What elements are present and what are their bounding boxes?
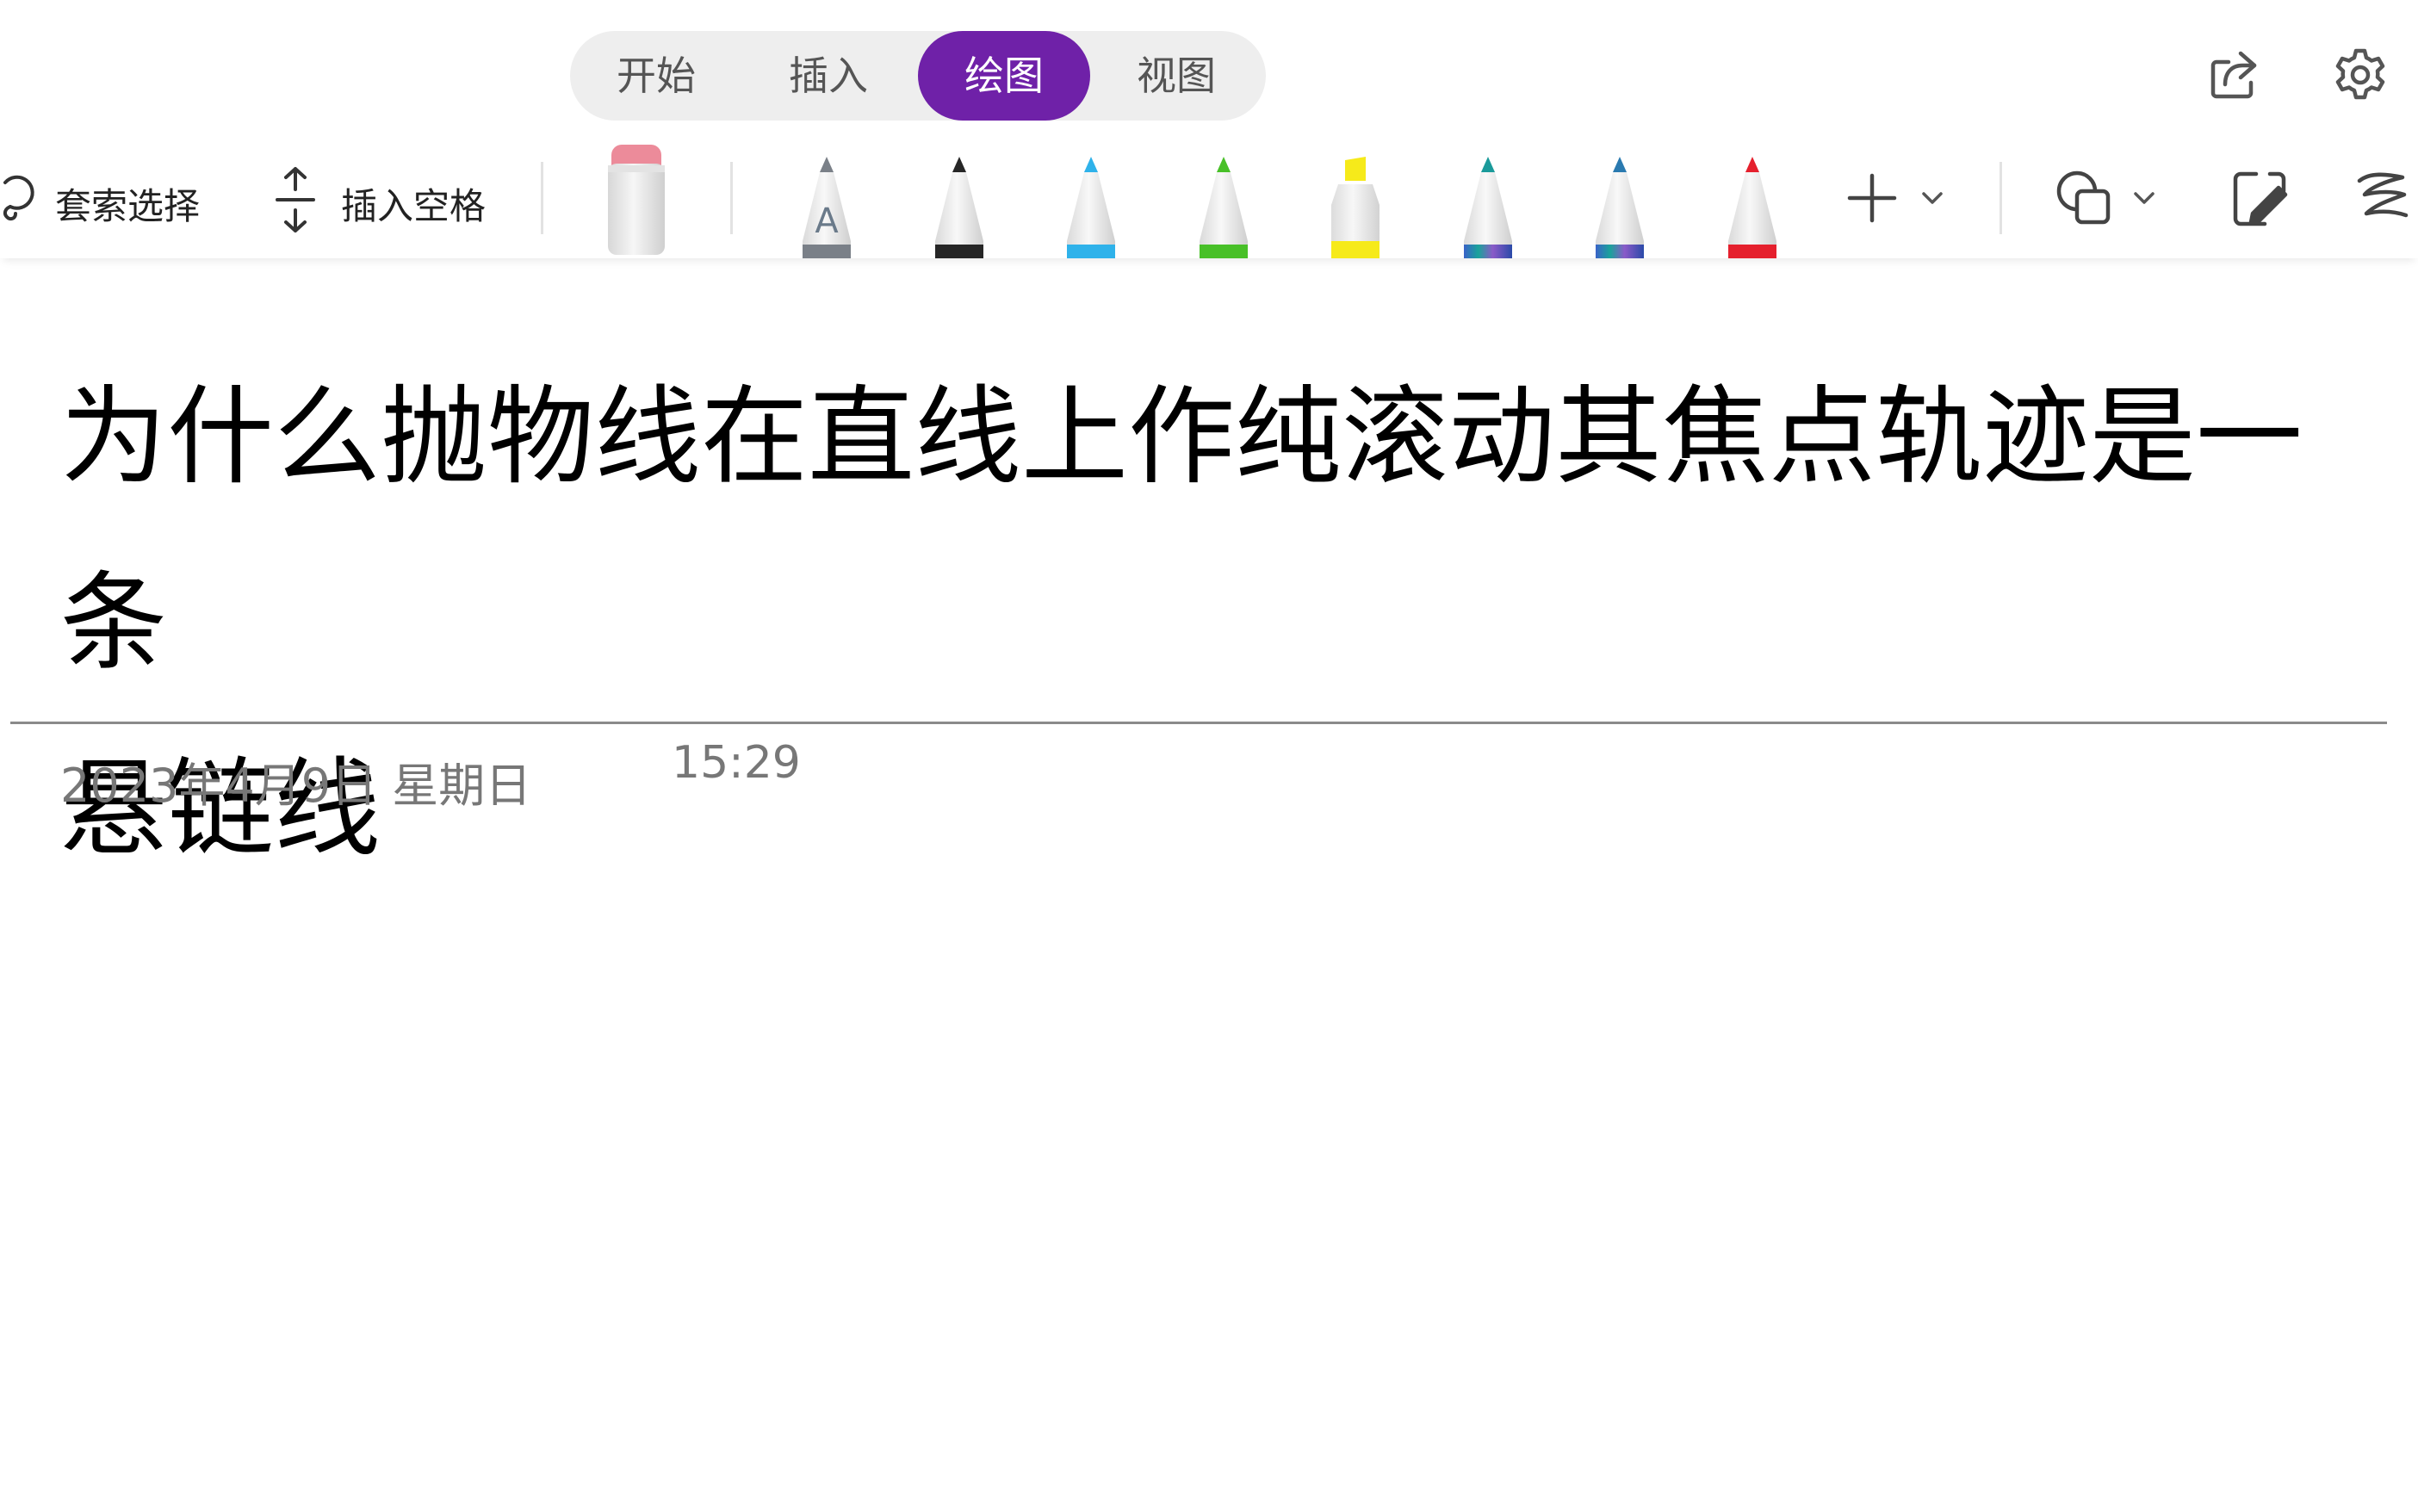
lasso-icon xyxy=(3,175,34,221)
black-pen[interactable] xyxy=(928,155,990,262)
galaxy-pen-teal[interactable] xyxy=(1457,155,1519,262)
draw-toolbar: 套索选择 插入空格 A xyxy=(0,138,2418,258)
blue-pen[interactable] xyxy=(1060,155,1122,262)
shapes-button[interactable] xyxy=(2055,138,2167,258)
galaxy-pen-blue[interactable] xyxy=(1589,155,1651,262)
chevron-down-icon xyxy=(1922,192,1943,204)
insert-space-button[interactable]: 插入空格 xyxy=(267,138,499,258)
tab-home[interactable]: 开始 xyxy=(570,31,742,121)
text-pen[interactable]: A xyxy=(796,155,858,262)
eraser-icon[interactable] xyxy=(606,139,666,260)
ink-to-shape-icon xyxy=(2233,171,2288,226)
tab-view[interactable]: 视图 xyxy=(1090,31,1262,121)
ribbon-tab-bar: 开始 插入 绘图 视图 xyxy=(570,31,1266,121)
title-divider xyxy=(10,722,2387,724)
lasso-select-button[interactable]: 套索选择 xyxy=(0,138,207,258)
tab-insert[interactable]: 插入 xyxy=(742,31,914,121)
ink-to-text-button[interactable] xyxy=(2351,138,2418,258)
svg-text:A: A xyxy=(815,201,839,241)
green-pen[interactable] xyxy=(1193,155,1255,262)
gear-icon[interactable] xyxy=(2332,46,2389,103)
shapes-icon xyxy=(2056,170,2111,225)
add-pen-button[interactable] xyxy=(1844,138,1956,258)
toolbar-divider xyxy=(2000,162,2002,234)
lasso-select-label: 套索选择 xyxy=(55,185,201,227)
chevron-down-icon xyxy=(2134,192,2154,204)
page-time: 15:29 xyxy=(672,737,801,789)
share-icon[interactable] xyxy=(2206,48,2261,103)
yellow-highlighter[interactable] xyxy=(1324,155,1386,262)
toolbar-divider xyxy=(541,162,543,234)
tab-draw[interactable]: 绘图 xyxy=(918,31,1090,121)
onenote-window: 开始 插入 绘图 视图 套索选择 插入空格 A 为什么抛物线在直线上作纯滚动其焦… xyxy=(0,0,2418,1512)
insert-space-label: 插入空格 xyxy=(341,185,487,227)
insert-space-icon xyxy=(276,167,315,232)
ink-to-shape-button[interactable] xyxy=(2225,138,2294,258)
page-title[interactable]: 为什么抛物线在直线上作纯滚动其焦点轨迹是一条 悬链线 xyxy=(60,344,2385,902)
page-title-line-1: 为什么抛物线在直线上作纯滚动其焦点轨迹是一条 xyxy=(60,375,2303,685)
page-date: 2023年4月9日 星期日 xyxy=(60,759,532,813)
ink-to-text-icon xyxy=(2357,172,2409,218)
red-pen[interactable] xyxy=(1721,155,1783,262)
toolbar-divider xyxy=(730,162,733,234)
plus-icon xyxy=(1847,173,1897,223)
